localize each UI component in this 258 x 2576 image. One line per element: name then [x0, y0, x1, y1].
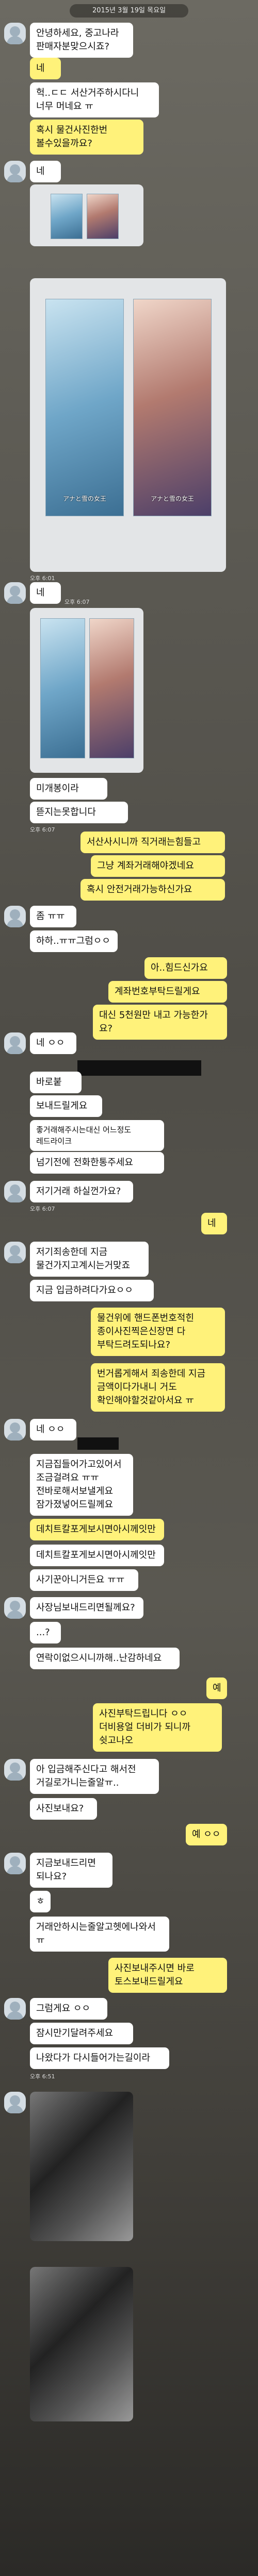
- message-bubble: 아 입금해주신다고 해서전 거길로가니는줄알ㅠ..: [30, 1759, 159, 1794]
- message-bubble: 뜯지는못합니다: [30, 802, 128, 823]
- timestamp: 오후 6:51: [30, 2073, 55, 2080]
- avatar[interactable]: [4, 1853, 26, 1874]
- message-bubble: 보내드릴게요: [30, 1095, 102, 1117]
- message-bubble: 지금보내드리면 되나요?: [30, 1853, 112, 1888]
- message-bubble: 연락이없으시니까해..난감하네요: [30, 1648, 180, 1669]
- message-bubble: 예: [206, 1677, 227, 1699]
- message-bubble: 좀 ㅠㅠ: [30, 906, 76, 927]
- message-bubble: 아..힘드신가요: [144, 957, 227, 979]
- message-bubble: 혹시 안전거래가능하신가요: [80, 879, 225, 901]
- poster-title: アナと雪の女王: [151, 495, 194, 502]
- blurred-photo[interactable]: [30, 2267, 133, 2421]
- message-bubble: 대신 5천원만 내고 가능한가요?: [93, 1005, 227, 1040]
- message-bubble: 그냥 계좌거래해야겠네요: [91, 855, 225, 877]
- message-bubble: ㅎ: [30, 1891, 51, 1912]
- poster-image: [89, 618, 134, 758]
- timestamp: 오후 6:07: [30, 826, 55, 833]
- message-bubble: 서산사시니까 직거래는힘들고: [80, 832, 225, 853]
- timestamp: 오후 6:01: [30, 575, 55, 582]
- message-bubble: 사기꾼아니거든요 ㅠㅠ: [30, 1569, 138, 1591]
- timestamp: 오후 6:07: [64, 599, 90, 605]
- avatar[interactable]: [4, 906, 26, 927]
- message-bubble: 네: [30, 161, 61, 182]
- message-bubble: ...?: [30, 1622, 61, 1643]
- message-bubble: 지금 입금하려다가요ㅇㅇ: [30, 1280, 154, 1301]
- photo-message[interactable]: [30, 608, 143, 773]
- poster-image: [87, 194, 119, 239]
- message-bubble: 그럼게요 ㅇㅇ: [30, 1998, 107, 2020]
- message-bubble: 좋거래해주시는대신 어느정도 레드라이크: [30, 1120, 164, 1151]
- message-bubble: 안녕하세요, 중고나라 판매자분맞으시죠?: [30, 23, 133, 58]
- timestamp: 오후 6:07: [30, 1206, 55, 1212]
- message-bubble: 나왔다가 다시들어가는길이라: [30, 2047, 169, 2069]
- message-bubble: 사진보내주시면 바로 토스보내드릴게요: [108, 1958, 227, 1993]
- blurred-photo[interactable]: [30, 2092, 133, 2241]
- avatar[interactable]: [4, 23, 26, 44]
- avatar[interactable]: [4, 1032, 26, 1054]
- message-bubble: 미개봉이라: [30, 778, 107, 800]
- poster-title: アナと雪の女王: [63, 495, 106, 502]
- message-bubble: 넘기전에 전화한통주세요: [30, 1152, 164, 1174]
- avatar[interactable]: [4, 1759, 26, 1781]
- message-bubble: 지금집들어가고있어서 조금걸려요 ㅠㅠ 전바로해서보낼게요 잠가졌넣어드릴께요: [30, 1454, 133, 1516]
- poster-image: [51, 194, 83, 239]
- message-bubble: 데치트칼포게보시면아시께잇만: [30, 1545, 164, 1566]
- message-bubble: 헉..ㄷㄷ 서산거주하시다니 너무 머네요 ㅠ: [30, 82, 159, 117]
- redacted-info: [77, 1060, 201, 1076]
- message-bubble: 사진부탁드립니다 ㅇㅇ 더비용얼 더비가 되니까 쉿고나오: [93, 1703, 222, 1752]
- avatar[interactable]: [4, 1181, 26, 1202]
- message-bubble: 저기거래 하실껀가요?: [30, 1181, 133, 1202]
- avatar[interactable]: [4, 1419, 26, 1440]
- message-bubble: 계좌번호부탁드릴게요: [108, 981, 227, 1003]
- photo-thumbnail[interactable]: [30, 184, 143, 246]
- message-bubble: 물건위에 핸드폰번호적힌 종이사진찍은신장면 다 부탁드려도되나요?: [91, 1308, 225, 1356]
- avatar[interactable]: [4, 161, 26, 182]
- message-bubble: 번거롭게해서 죄송한데 지금 금액이다가내니 거도 확인해야할것같아서요 ㅠ: [91, 1363, 225, 1412]
- avatar[interactable]: [4, 1998, 26, 2020]
- message-bubble: 네 ㅇㅇ: [30, 1032, 76, 1054]
- avatar[interactable]: [4, 1242, 26, 1263]
- message-bubble: 사진보내요?: [30, 1798, 97, 1820]
- avatar[interactable]: [4, 582, 26, 604]
- message-bubble: 네: [30, 582, 61, 604]
- date-divider: 2015년 3월 19일 목요일: [70, 4, 188, 18]
- message-bubble: 하하..ㅠㅠ그럼ㅇㅇ: [30, 930, 118, 952]
- message-bubble: 네: [30, 58, 61, 79]
- message-bubble: 네 ㅇㅇ: [30, 1419, 76, 1440]
- message-bubble: 네: [201, 1213, 227, 1234]
- message-bubble: 저기죄송한데 지금 물건가지고계시는거맞죠: [30, 1242, 149, 1277]
- message-bubble: 예 ㅇㅇ: [186, 1824, 227, 1845]
- poster-image: アナと雪の女王: [45, 299, 124, 516]
- message-bubble: 사장님보내드리면될께요?: [30, 1597, 143, 1619]
- message-bubble: 데치트칼포게보시면아시께잇만: [30, 1519, 164, 1540]
- message-bubble: 거래안하시는줄알고헷에나와서 ㅠ: [30, 1917, 169, 1952]
- message-bubble: 혹시 물건사진한번 볼수있을까요?: [30, 120, 143, 155]
- message-bubble: 잠시만기달려주세요: [30, 2023, 133, 2044]
- poster-image: [40, 618, 85, 758]
- poster-image: アナと雪の女王: [133, 299, 212, 516]
- message-bubble: 바로붙: [30, 1072, 82, 1093]
- redacted-info: [77, 1437, 119, 1450]
- avatar[interactable]: [4, 1597, 26, 1619]
- photo-message[interactable]: アナと雪の女王 アナと雪の女王: [30, 278, 226, 572]
- avatar[interactable]: [4, 2092, 26, 2113]
